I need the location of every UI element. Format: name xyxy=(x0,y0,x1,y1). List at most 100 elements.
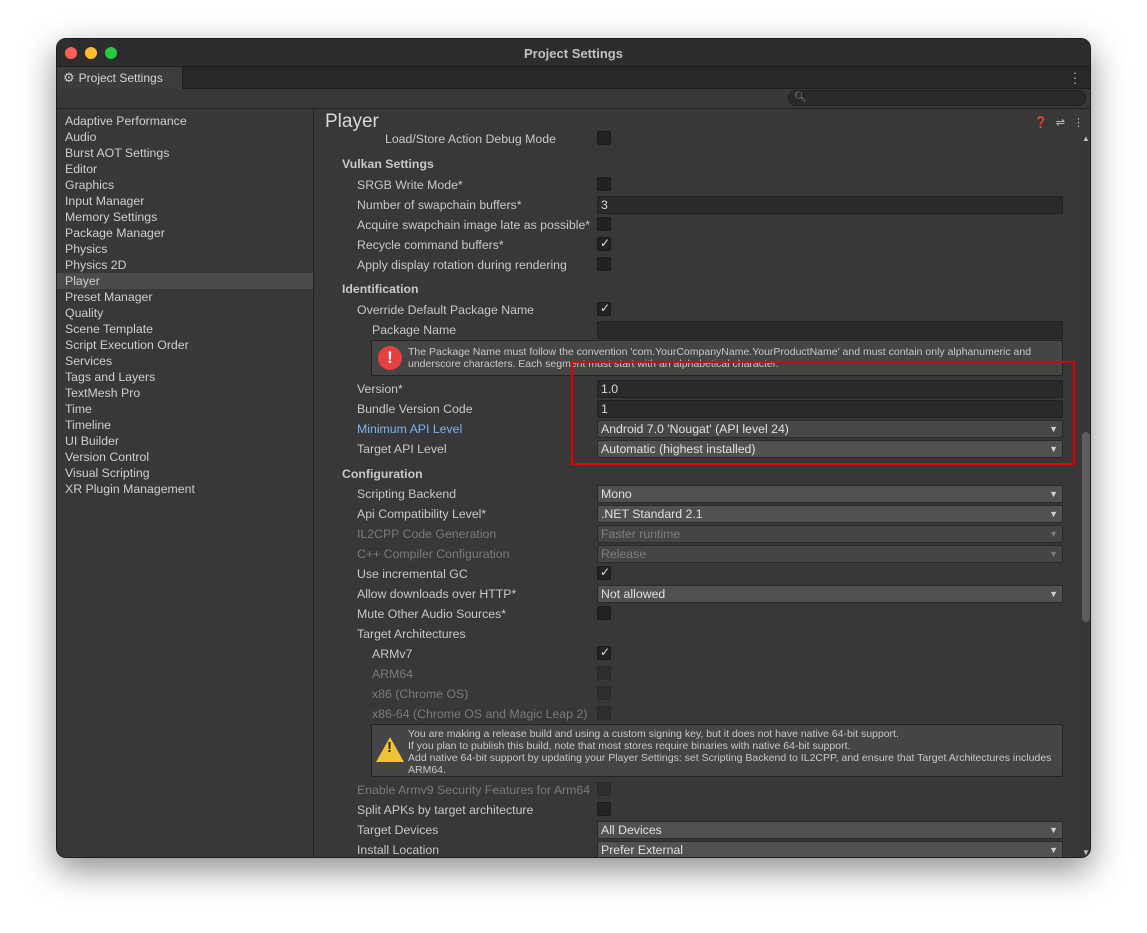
split-apks-checkbox[interactable] xyxy=(597,802,611,816)
rotation-label: Apply display rotation during rendering xyxy=(357,258,567,272)
acquire-row: Acquire swapchain image late as possible… xyxy=(315,216,1080,234)
rotation-row: Apply display rotation during rendering xyxy=(315,256,1080,274)
sidebar-item-version-control[interactable]: Version Control xyxy=(57,449,313,465)
scripting-backend-value: Mono xyxy=(601,487,632,501)
install-location-value: Prefer External xyxy=(601,843,684,857)
package-name-row: Package Name xyxy=(315,321,1080,339)
install-location-dropdown[interactable]: Prefer External ▼ xyxy=(597,841,1063,857)
cpp-compiler-row: C++ Compiler Configuration Release ▼ xyxy=(315,545,1080,563)
sidebar-item-player[interactable]: Player xyxy=(57,273,313,289)
armv9-row: Enable Armv9 Security Features for Arm64 xyxy=(315,781,1080,799)
arm64-label: ARM64 xyxy=(372,667,414,681)
tab-project-settings[interactable]: ⚙ Project Settings xyxy=(57,67,183,89)
target-devices-label: Target Devices xyxy=(357,823,439,837)
bundle-code-label: Bundle Version Code xyxy=(357,402,473,416)
load-store-row: Load/Store Action Debug Mode xyxy=(315,130,1080,148)
swapchain-row: Number of swapchain buffers* 3 xyxy=(315,196,1080,214)
sidebar-item-physics[interactable]: Physics xyxy=(57,241,313,257)
http-dropdown[interactable]: Not allowed ▼ xyxy=(597,585,1063,603)
sidebar-item-timeline[interactable]: Timeline xyxy=(57,417,313,433)
package-name-label: Package Name xyxy=(372,323,457,337)
x86-row: x86 (Chrome OS) xyxy=(315,685,1080,703)
target-devices-dropdown[interactable]: All Devices ▼ xyxy=(597,821,1063,839)
recycle-checkbox[interactable]: ✓ xyxy=(597,236,611,251)
mute-audio-checkbox[interactable] xyxy=(597,606,611,620)
x86-checkbox xyxy=(597,686,611,700)
sidebar-item-quality[interactable]: Quality xyxy=(57,305,313,321)
dropdown-arrow-icon: ▼ xyxy=(1049,529,1058,539)
sidebar-item-scene-template[interactable]: Scene Template xyxy=(57,321,313,337)
kebab-menu-icon[interactable]: · · · xyxy=(1072,66,1078,89)
vulkan-settings-header: Vulkan Settings xyxy=(342,157,434,171)
sidebar-item-memory-settings[interactable]: Memory Settings xyxy=(57,209,313,225)
sidebar-item-services[interactable]: Services xyxy=(57,353,313,369)
srgb-row: SRGB Write Mode* xyxy=(315,176,1080,194)
rotation-checkbox[interactable] xyxy=(597,257,611,271)
search-input[interactable]: 🔍︎ xyxy=(788,90,1086,106)
acquire-checkbox[interactable] xyxy=(597,217,611,231)
warning-line-3: Add native 64-bit support by updating yo… xyxy=(408,752,1052,776)
load-store-checkbox[interactable] xyxy=(597,131,611,145)
dropdown-arrow-icon: ▼ xyxy=(1049,825,1058,835)
sidebar-item-burst-aot-settings[interactable]: Burst AOT Settings xyxy=(57,145,313,161)
sidebar-item-graphics[interactable]: Graphics xyxy=(57,177,313,193)
sidebar-item-editor[interactable]: Editor xyxy=(57,161,313,177)
arch-warning-box: ! You are making a release build and usi… xyxy=(371,724,1063,777)
dropdown-arrow-icon: ▼ xyxy=(1049,489,1058,499)
target-devices-value: All Devices xyxy=(601,823,662,837)
override-package-label: Override Default Package Name xyxy=(357,303,535,317)
package-name-input[interactable] xyxy=(597,321,1063,339)
sidebar-item-visual-scripting[interactable]: Visual Scripting xyxy=(57,465,313,481)
split-apks-label: Split APKs by target architecture xyxy=(357,803,534,817)
il2cpp-dropdown: Faster runtime ▼ xyxy=(597,525,1063,543)
sidebar-item-textmesh-pro[interactable]: TextMesh Pro xyxy=(57,385,313,401)
cpp-compiler-label: C++ Compiler Configuration xyxy=(357,547,510,561)
scroll-up-icon[interactable]: ▲ xyxy=(1082,134,1090,143)
install-location-label: Install Location xyxy=(357,843,440,857)
armv7-checkbox[interactable]: ✓ xyxy=(597,645,611,660)
il2cpp-label: IL2CPP Code Generation xyxy=(357,527,497,541)
sidebar-item-adaptive-performance[interactable]: Adaptive Performance xyxy=(57,113,313,129)
tab-label: Project Settings xyxy=(78,71,163,85)
http-row: Allow downloads over HTTP* Not allowed ▼ xyxy=(315,585,1080,603)
player-settings-panel: Player ❓ ⇌ ⋮ Load/Store Action Debug Mod… xyxy=(315,110,1090,857)
sidebar-item-package-manager[interactable]: Package Manager xyxy=(57,225,313,241)
target-arch-row: Target Architectures xyxy=(315,625,1080,643)
settings-sidebar: Adaptive Performance Audio Burst AOT Setti… xyxy=(57,110,314,857)
incremental-gc-label: Use incremental GC xyxy=(357,567,468,581)
sidebar-item-tags-and-layers[interactable]: Tags and Layers xyxy=(57,369,313,385)
sidebar-item-preset-manager[interactable]: Preset Manager xyxy=(57,289,313,305)
armv7-label: ARMv7 xyxy=(372,647,413,661)
sidebar-item-ui-builder[interactable]: UI Builder xyxy=(57,433,313,449)
vertical-scrollbar[interactable]: ▲ ▼ xyxy=(1080,130,1090,857)
swapchain-input[interactable]: 3 xyxy=(597,196,1063,214)
sidebar-item-physics-2d[interactable]: Physics 2D xyxy=(57,257,313,273)
min-api-label: Minimum API Level xyxy=(357,422,463,436)
sidebar-item-script-execution-order[interactable]: Script Execution Order xyxy=(57,337,313,353)
checkmark-icon: ✓ xyxy=(600,645,611,659)
sidebar-item-input-manager[interactable]: Input Manager xyxy=(57,193,313,209)
load-store-label: Load/Store Action Debug Mode xyxy=(385,132,556,146)
override-package-row: Override Default Package Name ✓ xyxy=(315,301,1080,319)
arch-warning-text: You are making a release build and using… xyxy=(408,728,1058,776)
srgb-label: SRGB Write Mode* xyxy=(357,178,463,192)
api-compat-dropdown[interactable]: .NET Standard 2.1 ▼ xyxy=(597,505,1063,523)
dropdown-arrow-icon: ▼ xyxy=(1049,509,1058,519)
override-package-checkbox[interactable]: ✓ xyxy=(597,301,611,316)
incremental-gc-checkbox[interactable]: ✓ xyxy=(597,565,611,580)
sidebar-item-audio[interactable]: Audio xyxy=(57,129,313,145)
identification-header: Identification xyxy=(342,282,419,296)
arm64-row: ARM64 xyxy=(315,665,1080,683)
acquire-label: Acquire swapchain image late as possible… xyxy=(357,218,591,232)
split-apks-row: Split APKs by target architecture xyxy=(315,801,1080,819)
sidebar-item-xr-plugin-management[interactable]: XR Plugin Management xyxy=(57,481,313,497)
scroll-down-icon[interactable]: ▼ xyxy=(1082,848,1090,857)
scripting-backend-dropdown[interactable]: Mono ▼ xyxy=(597,485,1063,503)
version-label: Version* xyxy=(357,382,403,396)
cpp-compiler-dropdown: Release ▼ xyxy=(597,545,1063,563)
sidebar-item-time[interactable]: Time xyxy=(57,401,313,417)
search-icon: 🔍︎ xyxy=(794,92,807,103)
scrollbar-thumb[interactable] xyxy=(1082,432,1090,622)
armv7-row: ARMv7 ✓ xyxy=(315,645,1080,663)
srgb-checkbox[interactable] xyxy=(597,177,611,191)
